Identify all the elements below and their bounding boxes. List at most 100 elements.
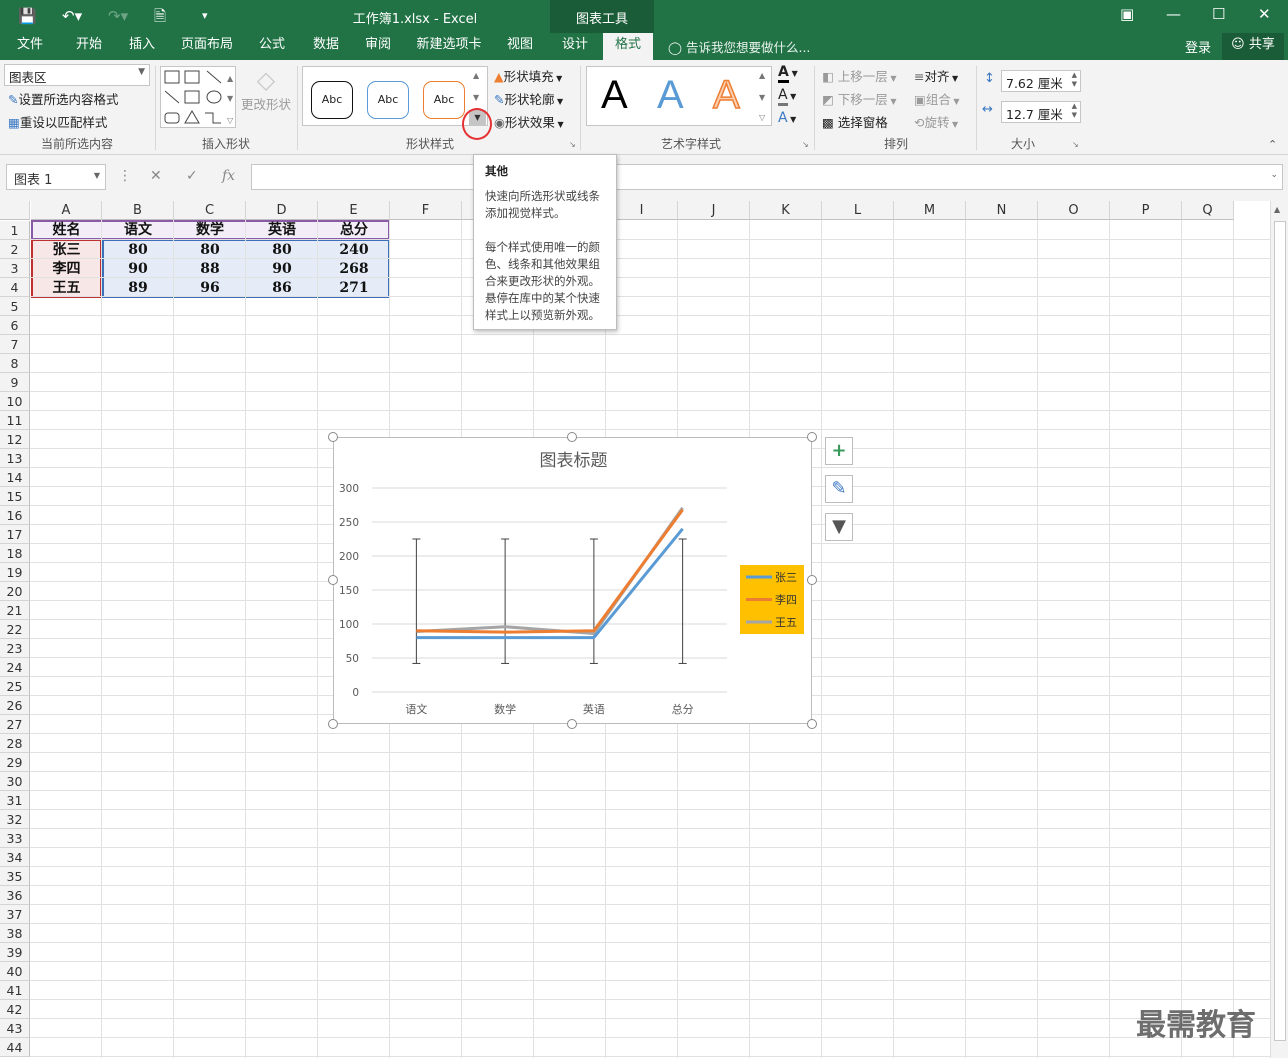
resize-handle[interactable] bbox=[567, 432, 577, 442]
row-header[interactable]: 33 bbox=[0, 829, 30, 848]
shape-style-blue[interactable]: Abc bbox=[367, 81, 409, 119]
select-all-corner[interactable] bbox=[0, 201, 30, 220]
row-header[interactable]: 3 bbox=[0, 259, 30, 278]
tab-view[interactable]: 视图 bbox=[496, 33, 544, 60]
row-header[interactable]: 8 bbox=[0, 354, 30, 373]
close-icon[interactable]: ✕ bbox=[1258, 5, 1271, 23]
row-header[interactable]: 29 bbox=[0, 753, 30, 772]
share-button[interactable]: ☺ 共享 bbox=[1222, 33, 1284, 60]
row-header[interactable]: 20 bbox=[0, 582, 30, 601]
undo-icon[interactable]: ↶▾ bbox=[62, 6, 82, 26]
height-field[interactable]: 7.62 厘米 ▲ ▼ bbox=[1001, 70, 1081, 92]
gallery-more-icon[interactable]: ▽ bbox=[759, 113, 765, 122]
tab-new-tab[interactable]: 新建选项卡 bbox=[408, 33, 490, 60]
resize-handle[interactable] bbox=[328, 575, 338, 585]
group-button[interactable]: ▣组合 ▼ bbox=[914, 89, 960, 108]
cell-C1[interactable]: 数学 bbox=[174, 221, 246, 240]
format-selection-button[interactable]: ✎设置所选内容格式 bbox=[8, 89, 119, 108]
shape-outline-button[interactable]: ✎形状轮廓 ▼ bbox=[494, 89, 563, 108]
cell-E3[interactable]: 268 bbox=[318, 260, 390, 279]
tab-review[interactable]: 审阅 bbox=[354, 33, 402, 60]
row-header[interactable]: 7 bbox=[0, 335, 30, 354]
tab-formulas[interactable]: 公式 bbox=[248, 33, 296, 60]
spinner-icon[interactable]: ▲ ▼ bbox=[1072, 71, 1077, 89]
cell-D1[interactable]: 英语 bbox=[246, 221, 318, 240]
shape-style-black[interactable]: Abc bbox=[311, 81, 353, 119]
dialog-launcher-icon[interactable]: ↘ bbox=[1072, 140, 1079, 149]
chart-elements-button[interactable]: + bbox=[825, 437, 853, 465]
cell-E1[interactable]: 总分 bbox=[318, 221, 390, 240]
row-header[interactable]: 2 bbox=[0, 240, 30, 259]
column-header[interactable]: O bbox=[1038, 201, 1110, 220]
gallery-down-icon[interactable]: ▼ bbox=[759, 93, 765, 102]
column-header[interactable]: B bbox=[102, 201, 174, 220]
resize-handle[interactable] bbox=[567, 719, 577, 729]
text-outline-button[interactable]: A ▼ bbox=[778, 87, 796, 106]
cell-B1[interactable]: 语文 bbox=[102, 221, 174, 240]
row-header[interactable]: 9 bbox=[0, 373, 30, 392]
gallery-up-icon[interactable]: ▲ bbox=[759, 71, 765, 80]
text-fill-button[interactable]: A ▼ bbox=[778, 64, 798, 83]
maximize-icon[interactable]: ☐ bbox=[1212, 5, 1225, 23]
scroll-up-icon[interactable]: ▲ bbox=[1274, 205, 1280, 214]
column-header[interactable]: L bbox=[822, 201, 894, 220]
row-header[interactable]: 13 bbox=[0, 449, 30, 468]
row-header[interactable]: 34 bbox=[0, 848, 30, 867]
row-header[interactable]: 23 bbox=[0, 639, 30, 658]
cell-A3[interactable]: 李四 bbox=[31, 260, 102, 279]
column-header[interactable]: N bbox=[966, 201, 1038, 220]
row-header[interactable]: 25 bbox=[0, 677, 30, 696]
row-header[interactable]: 43 bbox=[0, 1019, 30, 1038]
row-header[interactable]: 44 bbox=[0, 1038, 30, 1057]
spinner-icon[interactable]: ▲ ▼ bbox=[1072, 102, 1077, 120]
row-header[interactable]: 41 bbox=[0, 981, 30, 1000]
cell-E2[interactable]: 240 bbox=[318, 241, 390, 260]
row-header[interactable]: 30 bbox=[0, 772, 30, 791]
row-header[interactable]: 31 bbox=[0, 791, 30, 810]
text-effects-button[interactable]: A ▼ bbox=[778, 110, 796, 126]
wordart-blue[interactable]: A bbox=[657, 73, 684, 118]
tab-data[interactable]: 数据 bbox=[302, 33, 350, 60]
gallery-up-icon[interactable]: ▲ bbox=[473, 71, 479, 80]
row-header[interactable]: 10 bbox=[0, 392, 30, 411]
resize-handle[interactable] bbox=[807, 432, 817, 442]
resize-handle[interactable] bbox=[328, 719, 338, 729]
row-header[interactable]: 17 bbox=[0, 525, 30, 544]
tell-me-box[interactable]: ◯ 告诉我您想要做什么... bbox=[668, 37, 810, 56]
row-header[interactable]: 26 bbox=[0, 696, 30, 715]
cell-A1[interactable]: 姓名 bbox=[31, 221, 102, 240]
gallery-down-icon[interactable]: ▼ bbox=[473, 93, 479, 102]
bring-forward-button[interactable]: ◧ 上移一层 ▼ bbox=[822, 66, 897, 85]
row-header[interactable]: 28 bbox=[0, 734, 30, 753]
cell-B4[interactable]: 89 bbox=[102, 279, 174, 298]
tab-format[interactable]: 格式 bbox=[603, 33, 653, 60]
column-header[interactable]: A bbox=[31, 201, 102, 220]
row-header[interactable]: 40 bbox=[0, 962, 30, 981]
row-header[interactable]: 36 bbox=[0, 886, 30, 905]
cancel-icon[interactable]: ✕ bbox=[150, 168, 162, 184]
tab-design[interactable]: 设计 bbox=[550, 33, 600, 60]
align-button[interactable]: ≡对齐 ▼ bbox=[914, 66, 958, 85]
insert-function-icon[interactable]: fx bbox=[222, 168, 235, 184]
row-header[interactable]: 14 bbox=[0, 468, 30, 487]
chart-filters-button[interactable]: ▼ bbox=[825, 513, 853, 541]
row-header[interactable]: 39 bbox=[0, 943, 30, 962]
new-file-icon[interactable]: 🗎 bbox=[154, 6, 166, 26]
row-header[interactable]: 22 bbox=[0, 620, 30, 639]
tab-insert[interactable]: 插入 bbox=[118, 33, 166, 60]
chart-styles-button[interactable]: ✎ bbox=[825, 475, 853, 503]
row-header[interactable]: 12 bbox=[0, 430, 30, 449]
row-header[interactable]: 21 bbox=[0, 601, 30, 620]
resize-handle[interactable] bbox=[807, 719, 817, 729]
cell-B3[interactable]: 90 bbox=[102, 260, 174, 279]
cell-C2[interactable]: 80 bbox=[174, 241, 246, 260]
column-header[interactable]: K bbox=[750, 201, 822, 220]
change-shape-button[interactable]: ◇ 更改形状 bbox=[241, 66, 291, 113]
shape-styles-gallery[interactable]: Abc Abc Abc ▲ ▼ ▼ bbox=[302, 66, 488, 126]
column-header[interactable]: Q bbox=[1182, 201, 1234, 220]
expand-formula-icon[interactable]: ⌄ bbox=[1270, 170, 1278, 180]
dialog-launcher-icon[interactable]: ↘ bbox=[569, 140, 576, 149]
cell-A2[interactable]: 张三 bbox=[31, 241, 102, 260]
collapse-ribbon-icon[interactable]: ⌃ bbox=[1268, 138, 1277, 151]
row-header[interactable]: 1 bbox=[0, 221, 30, 240]
